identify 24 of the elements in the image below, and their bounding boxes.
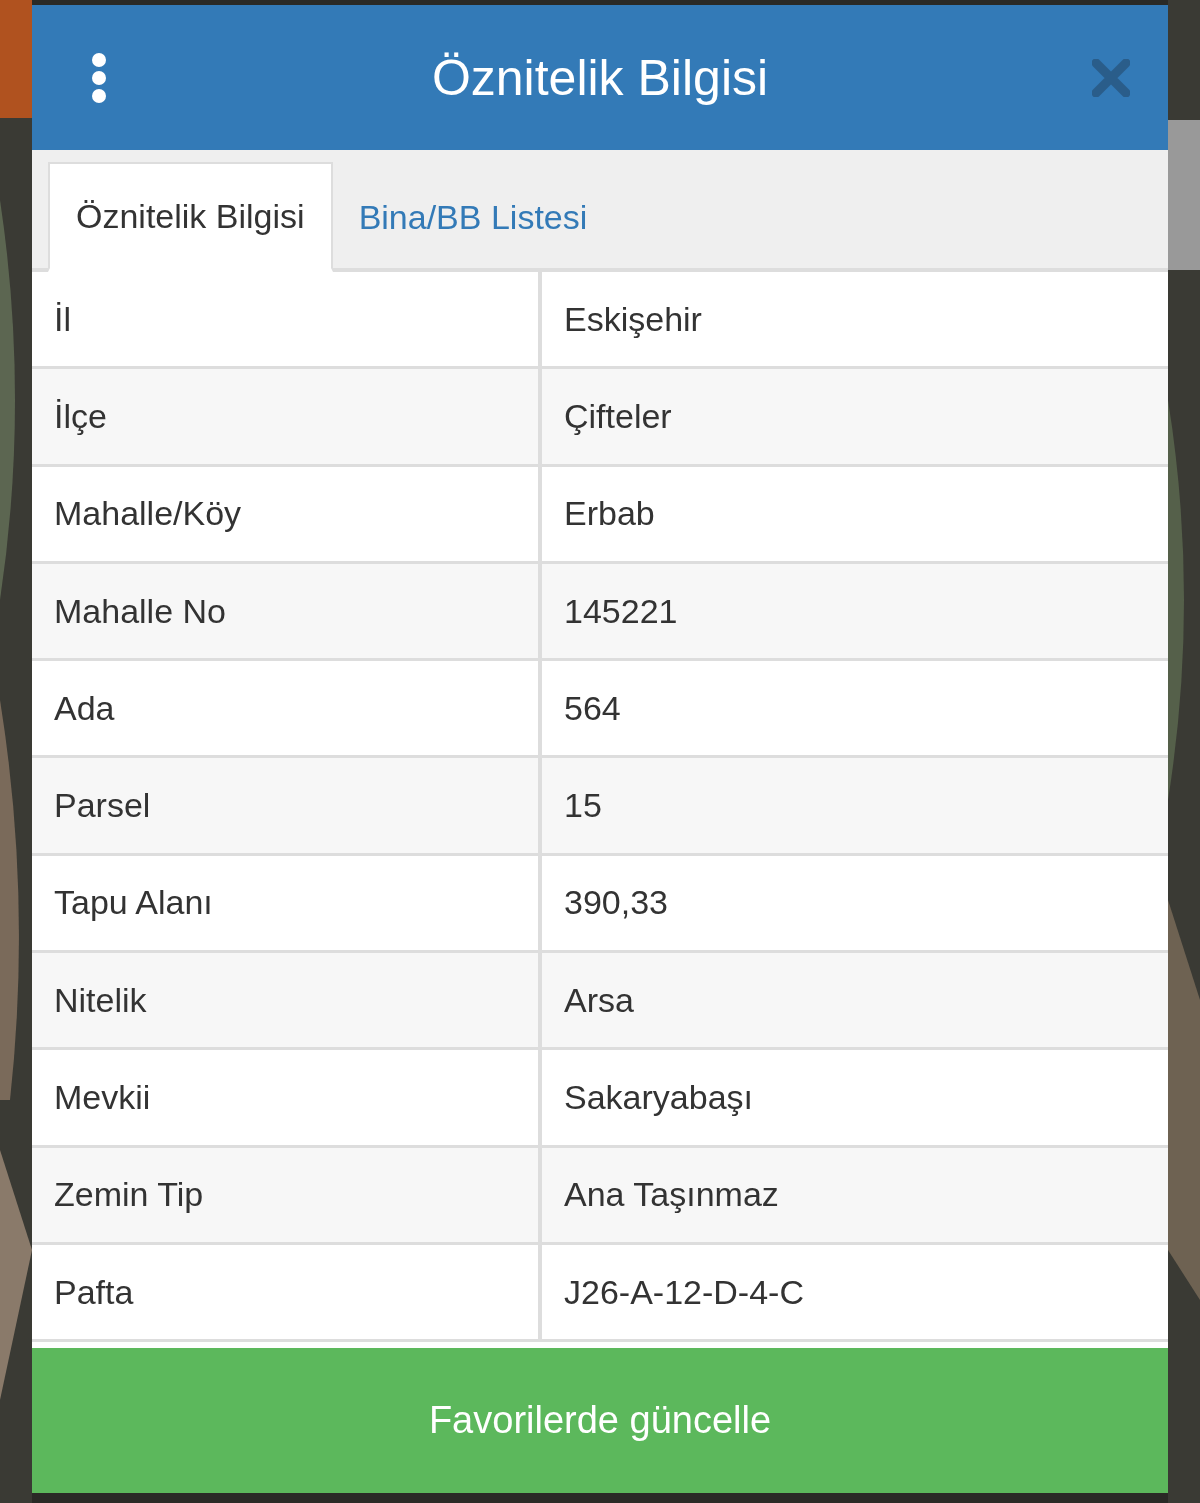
tab[interactable]: Öznitelik Bilgisi: [48, 162, 333, 272]
table-cell-text: 390,33: [563, 882, 669, 924]
table-cell: Parsel: [32, 758, 542, 853]
table-cell: Pafta: [32, 1244, 542, 1340]
table-cell: Mahalle/Köy: [32, 466, 542, 561]
table-cell-text: Erbab: [563, 493, 656, 535]
table-cell: Nitelik: [32, 953, 542, 1048]
table-cell-text: Ana Taşınmaz: [563, 1174, 780, 1216]
table-cell-text: Arsa: [563, 979, 635, 1021]
dialog-title: Öznitelik Bilgisi: [431, 48, 769, 107]
table-cell: Zemin Tip: [32, 1147, 542, 1242]
table-cell-text: 145221: [563, 590, 679, 632]
tab[interactable]: Bina/BB Listesi: [332, 162, 614, 272]
table-cell-text: 15: [563, 785, 603, 827]
table-cell: Mevkii: [32, 1050, 542, 1145]
table-cell-text: Eskişehir: [563, 298, 703, 340]
table-cell: İlçe: [32, 369, 542, 464]
update-favorites-button[interactable]: Favorilerde güncelle: [32, 1348, 1168, 1493]
menu-icon[interactable]: [90, 52, 108, 103]
table-cell-text: 564: [563, 687, 622, 729]
table-cell-text: Sakaryabaşı: [563, 1077, 754, 1118]
table-cell-text: Çifteler: [563, 395, 673, 437]
table-cell-text: J26-A-12-D-4-C: [563, 1271, 805, 1313]
table-cell: Mahalle No: [32, 563, 542, 659]
